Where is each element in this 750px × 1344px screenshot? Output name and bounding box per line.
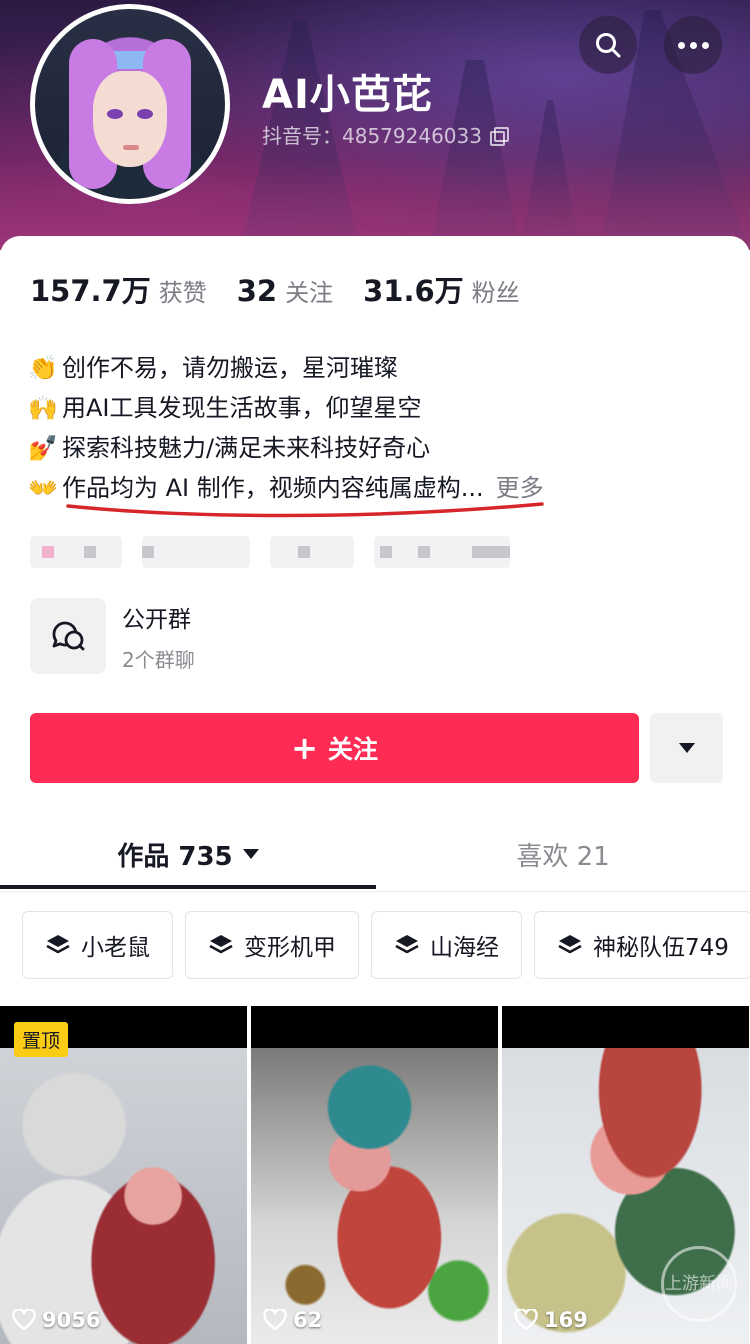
copy-icon[interactable]	[489, 126, 509, 146]
follow-label: 关注	[327, 735, 378, 764]
thumbnail-image	[251, 1048, 498, 1344]
bio-more-link[interactable]: 更多	[496, 468, 544, 508]
pinned-badge: 置顶	[14, 1022, 69, 1057]
profile-stats: 157.7万 获赞 32 关注 31.6万 粉丝	[30, 268, 520, 310]
video-likes: 9056	[12, 1308, 100, 1332]
douyin-id-text: 抖音号：48579246033	[262, 124, 482, 148]
stat-number: 31.6万	[363, 274, 464, 308]
profile-name: AI小芭芘	[262, 72, 433, 118]
heart-icon	[514, 1309, 538, 1331]
bio-text: 探索科技魅力/满足未来科技好奇心	[62, 434, 431, 462]
chevron-down-icon	[678, 743, 695, 753]
video-thumbnail[interactable]: 62	[251, 1006, 498, 1344]
group-subtitle: 2个群聊	[122, 647, 195, 672]
clap-emoji-icon: 👏	[28, 354, 58, 382]
avatar[interactable]	[30, 4, 230, 204]
collection-chip[interactable]: 变形机甲	[185, 911, 359, 979]
nail-polish-emoji-icon: 💅	[28, 434, 58, 462]
blurred-tag	[30, 536, 122, 568]
raised-hands-emoji-icon: 🙌	[28, 394, 58, 422]
stat-label: 获赞	[158, 279, 207, 307]
more-button[interactable]	[664, 16, 722, 74]
bio-line: 👐 作品均为 AI 制作，视频内容纯属虚构... 更多	[28, 468, 718, 508]
plus-icon: +	[291, 729, 318, 767]
video-likes: 169	[514, 1308, 588, 1332]
follow-button[interactable]: + 关注	[30, 713, 639, 783]
bio-line: 💅 探索科技魅力/满足未来科技好奇心	[28, 428, 718, 468]
layers-icon	[209, 935, 233, 954]
collection-label: 变形机甲	[244, 935, 336, 961]
stat-number: 157.7万	[30, 274, 151, 308]
heart-icon	[263, 1309, 287, 1331]
bio-line: 🙌 用AI工具发现生活故事，仰望星空	[28, 388, 718, 428]
stat-number: 32	[236, 274, 278, 308]
blurred-tag	[270, 536, 354, 568]
active-tab-indicator	[0, 885, 376, 889]
thumbnail-image	[0, 1048, 247, 1344]
more-icon	[677, 41, 709, 49]
tab-works-label: 作品 735	[117, 841, 233, 872]
douyin-id[interactable]: 抖音号：48579246033	[262, 120, 509, 149]
tab-likes-label: 喜欢 21	[516, 841, 610, 872]
heart-icon	[12, 1309, 36, 1331]
bio-line: 👏 创作不易，请勿搬运，星河璀璨	[28, 348, 718, 388]
stat-label: 粉丝	[471, 279, 520, 307]
video-grid: 置顶 9056 62 169 上游新闻	[0, 1006, 750, 1344]
video-likes: 62	[263, 1308, 322, 1332]
like-count: 169	[544, 1308, 588, 1332]
collection-chips: 小老鼠 变形机甲 山海经 神秘队伍749	[22, 911, 750, 979]
collection-label: 神秘队伍749	[593, 935, 729, 961]
bio-text: 作品均为 AI 制作，视频内容纯属虚构...	[62, 474, 484, 502]
layers-icon	[558, 935, 582, 954]
stat-following[interactable]: 32 关注	[237, 273, 333, 308]
open-hands-emoji-icon: 👐	[28, 474, 58, 502]
collection-chip[interactable]: 山海经	[371, 911, 522, 979]
public-group-entry[interactable]: 公开群 2个群聊	[30, 598, 195, 674]
content-tabs: 作品 735 喜欢 21	[0, 816, 750, 892]
search-button[interactable]	[579, 16, 637, 74]
video-thumbnail[interactable]: 置顶 9056	[0, 1006, 247, 1344]
collection-chip[interactable]: 神秘队伍749	[534, 911, 750, 979]
like-count: 62	[293, 1308, 323, 1332]
layers-icon	[46, 935, 70, 954]
stat-likes[interactable]: 157.7万 获赞	[30, 268, 207, 310]
tab-works[interactable]: 作品 735	[0, 816, 376, 892]
search-icon	[596, 33, 621, 58]
stat-followers[interactable]: 31.6万 粉丝	[363, 268, 520, 310]
tab-likes[interactable]: 喜欢 21	[376, 816, 750, 892]
bio-text: 创作不易，请勿搬运，星河璀璨	[62, 354, 398, 382]
blurred-tag	[374, 536, 510, 568]
collection-label: 山海经	[430, 935, 499, 961]
collection-label: 小老鼠	[81, 935, 150, 961]
recommend-dropdown-button[interactable]	[650, 713, 723, 783]
blurred-tags	[30, 536, 510, 568]
profile-card: 157.7万 获赞 32 关注 31.6万 粉丝 👏 创作不易，请勿搬运，星河璀…	[0, 236, 750, 1344]
bio-text: 用AI工具发现生活故事，仰望星空	[62, 394, 422, 422]
group-title: 公开群	[122, 606, 191, 633]
group-chat-icon	[30, 598, 106, 674]
like-count: 9056	[42, 1308, 101, 1332]
chevron-down-icon[interactable]	[242, 849, 259, 859]
video-thumbnail[interactable]: 169 上游新闻	[502, 1006, 749, 1344]
news-watermark-logo: 上游新闻	[661, 1246, 737, 1322]
stat-label: 关注	[285, 279, 334, 307]
collection-chip[interactable]: 小老鼠	[22, 911, 173, 979]
blurred-tag	[142, 536, 250, 568]
profile-banner: AI小芭芘 抖音号：48579246033	[0, 0, 750, 250]
profile-bio: 👏 创作不易，请勿搬运，星河璀璨 🙌 用AI工具发现生活故事，仰望星空 💅 探索…	[28, 348, 718, 518]
layers-icon	[395, 935, 419, 954]
